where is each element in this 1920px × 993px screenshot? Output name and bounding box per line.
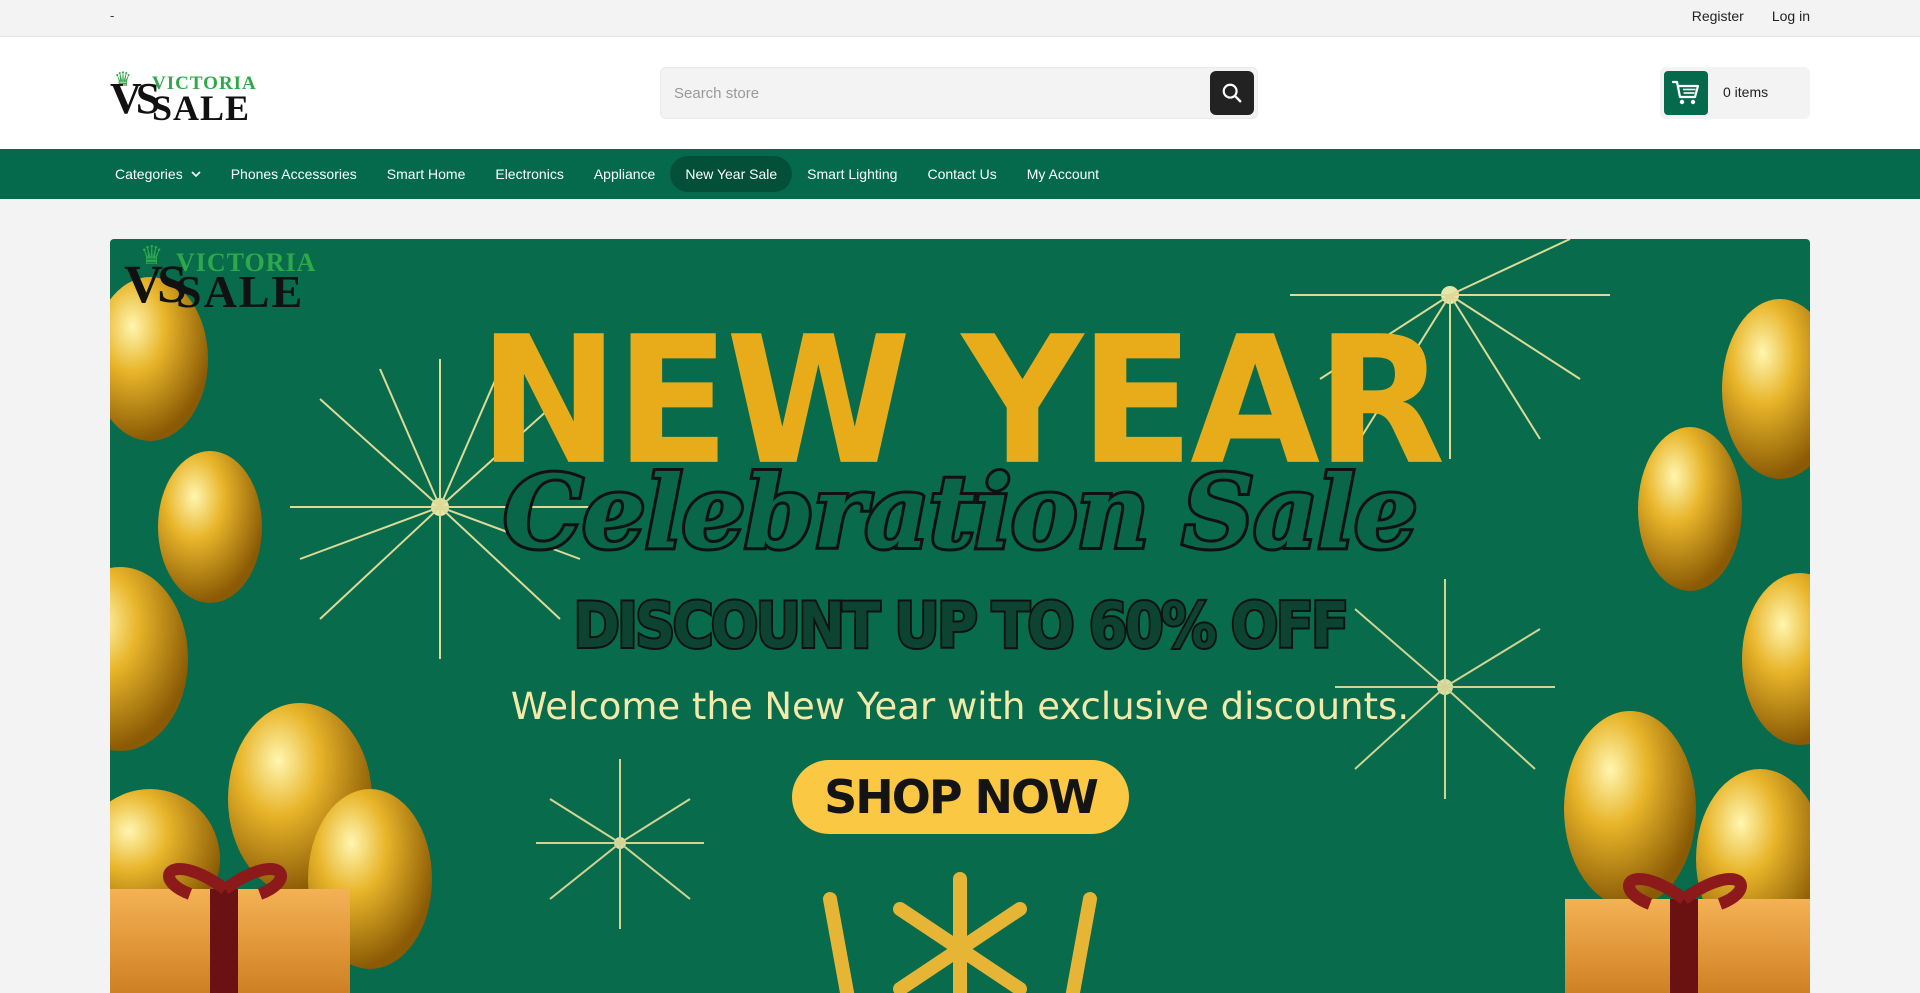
chevron-down-icon [191, 170, 201, 178]
logo-monogram: VS [110, 74, 160, 123]
nav-item-contact-us[interactable]: Contact Us [912, 156, 1011, 192]
firework-bottom-left [536, 759, 704, 929]
shop-now-button[interactable]: SHOP NOW [792, 760, 1129, 834]
banner-logo-monogram: VS [124, 254, 187, 314]
site-logo[interactable]: ♛ VS VICTORIA SALE [110, 67, 260, 128]
nav-item-my-account[interactable]: My Account [1012, 156, 1114, 192]
banner-tagline: Welcome the New Year with exclusive disc… [510, 685, 1410, 728]
site-header: ♛ VS VICTORIA SALE 0 items [0, 37, 1920, 149]
search-input[interactable] [661, 68, 1201, 118]
top-bar-text: - [110, 8, 115, 23]
nav-item-smart-lighting[interactable]: Smart Lighting [792, 156, 912, 192]
login-link[interactable]: Log in [1772, 8, 1810, 24]
cart-button[interactable]: 0 items [1660, 67, 1810, 119]
banner-discount: DISCOUNT UP TO 60% OFF [572, 589, 1351, 663]
nav-item-appliance[interactable]: Appliance [579, 156, 671, 192]
banner-logo-bottom-word: SALE [176, 266, 305, 317]
nav-item-smart-home[interactable]: Smart Home [372, 156, 481, 192]
nav-item-new-year-sale[interactable]: New Year Sale [670, 156, 793, 192]
nav-item-label: Categories [115, 166, 183, 182]
nav-item-categories[interactable]: Categories [110, 156, 216, 192]
account-links: Register Log in [1692, 8, 1810, 24]
banner-subheadline: Celebration Sale [500, 453, 1420, 571]
shopping-cart-icon [1671, 80, 1700, 105]
cart-count: 0 items [1723, 84, 1769, 100]
top-bar: - Register Log in [0, 0, 1920, 37]
search-bar [660, 67, 1258, 119]
logo-bottom-word: SALE [152, 88, 251, 128]
cart-icon-box [1664, 71, 1708, 115]
register-link[interactable]: Register [1692, 8, 1744, 24]
hero-banner[interactable]: ♛ VS VICTORIA SALE NEW YEAR Celebration … [110, 239, 1810, 993]
search-button[interactable] [1210, 71, 1254, 115]
search-icon [1222, 83, 1242, 103]
nav-item-phones-accessories[interactable]: Phones Accessories [216, 156, 372, 192]
main-nav: Categories Phones Accessories Smart Home… [0, 149, 1920, 199]
gold-snowflake [823, 872, 1097, 993]
nav-item-electronics[interactable]: Electronics [480, 156, 578, 192]
